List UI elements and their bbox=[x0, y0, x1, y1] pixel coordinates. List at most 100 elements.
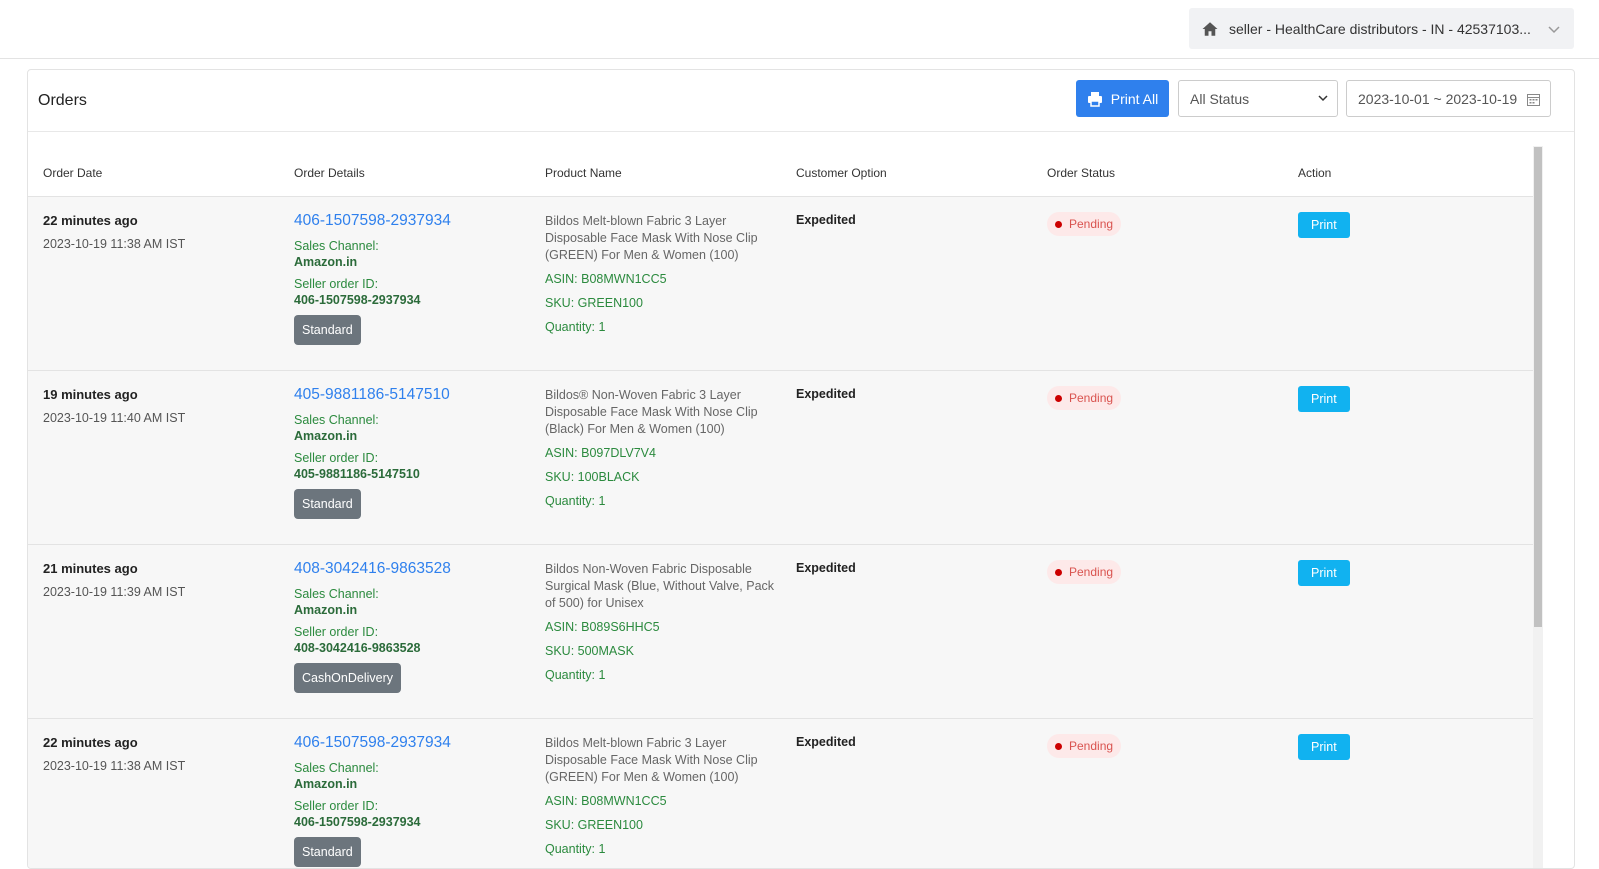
sales-channel-value: Amazon.in bbox=[294, 429, 358, 443]
account-label: seller - HealthCare distributors - IN - … bbox=[1229, 20, 1531, 37]
product-cell: Bildos Melt-blown Fabric 3 Layer Disposa… bbox=[545, 735, 775, 858]
top-bar: seller - HealthCare distributors - IN - … bbox=[0, 0, 1599, 59]
order-id-link[interactable]: 406-1507598-2937934 bbox=[294, 212, 451, 230]
sales-channel-value: Amazon.in bbox=[294, 255, 358, 269]
status-filter-value: All Status bbox=[1190, 90, 1250, 107]
status-filter-select[interactable]: All Status bbox=[1178, 80, 1338, 117]
product-name: Bildos Melt-blown Fabric 3 Layer Disposa… bbox=[545, 736, 758, 784]
chevron-down-icon bbox=[1318, 95, 1328, 102]
product-sku: SKU: GREEN100 bbox=[545, 818, 643, 832]
product-asin: ASIN: B08MWN1CC5 bbox=[545, 794, 667, 808]
product-cell: Bildos Non-Woven Fabric Disposable Surgi… bbox=[545, 561, 775, 684]
header-product-name: Product Name bbox=[545, 166, 622, 180]
panel-header: Orders Print All All Status 2023-10-01 ~… bbox=[28, 70, 1574, 132]
product-asin: ASIN: B089S6HHC5 bbox=[545, 620, 660, 634]
status-text: Pending bbox=[1069, 217, 1114, 231]
order-status-cell: Pending bbox=[1047, 734, 1122, 758]
scrollbar-thumb[interactable] bbox=[1534, 147, 1542, 627]
fulfillment-badge: CashOnDelivery bbox=[294, 663, 402, 693]
order-datetime: 2023-10-19 11:40 AM IST bbox=[43, 411, 186, 425]
order-details-cell: 405-9881186-5147510 Sales Channel: Amazo… bbox=[294, 386, 450, 519]
sales-channel-label: Sales Channel: bbox=[294, 587, 379, 601]
order-details-cell: 408-3042416-9863528 Sales Channel: Amazo… bbox=[294, 560, 451, 693]
product-quantity: Quantity: 1 bbox=[545, 494, 606, 508]
order-date-cell: 21 minutes ago 2023-10-19 11:39 AM IST bbox=[43, 561, 185, 599]
header-action: Action bbox=[1298, 166, 1332, 180]
status-badge: Pending bbox=[1047, 560, 1122, 584]
action-cell: Print bbox=[1298, 560, 1350, 586]
customer-option: Expedited bbox=[796, 735, 856, 749]
print-button[interactable]: Print bbox=[1298, 386, 1350, 412]
fulfillment-badge: Standard bbox=[294, 489, 361, 519]
order-datetime: 2023-10-19 11:38 AM IST bbox=[43, 759, 186, 773]
order-id-link[interactable]: 408-3042416-9863528 bbox=[294, 560, 451, 578]
product-cell: Bildos Melt-blown Fabric 3 Layer Disposa… bbox=[545, 213, 775, 336]
header-order-date: Order Date bbox=[43, 166, 103, 180]
relative-time: 22 minutes ago bbox=[43, 213, 138, 228]
table-row: 21 minutes ago 2023-10-19 11:39 AM IST 4… bbox=[28, 545, 1538, 719]
order-id-link[interactable]: 406-1507598-2937934 bbox=[294, 734, 451, 752]
orders-panel: Orders Print All All Status 2023-10-01 ~… bbox=[27, 69, 1575, 869]
order-details-cell: 406-1507598-2937934 Sales Channel: Amazo… bbox=[294, 734, 451, 867]
header-order-status: Order Status bbox=[1047, 166, 1116, 180]
printer-icon bbox=[1087, 91, 1102, 107]
seller-order-id: 406-1507598-2937934 bbox=[294, 815, 421, 829]
page-title: Orders bbox=[38, 92, 87, 109]
order-status-cell: Pending bbox=[1047, 560, 1122, 584]
status-badge: Pending bbox=[1047, 734, 1122, 758]
table-row: 22 minutes ago 2023-10-19 11:38 AM IST 4… bbox=[28, 719, 1538, 868]
print-button[interactable]: Print bbox=[1298, 212, 1350, 238]
date-range-value: 2023-10-01 ~ 2023-10-19 bbox=[1358, 90, 1518, 107]
header-customer-option: Customer Option bbox=[796, 166, 887, 180]
order-id-link[interactable]: 405-9881186-5147510 bbox=[294, 386, 450, 404]
action-cell: Print bbox=[1298, 212, 1350, 238]
order-status-cell: Pending bbox=[1047, 212, 1122, 236]
customer-option: Expedited bbox=[796, 387, 856, 401]
account-selector[interactable]: seller - HealthCare distributors - IN - … bbox=[1189, 8, 1574, 49]
customer-option: Expedited bbox=[796, 561, 856, 575]
table-row: 19 minutes ago 2023-10-19 11:40 AM IST 4… bbox=[28, 371, 1538, 545]
seller-order-id: 408-3042416-9863528 bbox=[294, 641, 421, 655]
order-details-cell: 406-1507598-2937934 Sales Channel: Amazo… bbox=[294, 212, 451, 345]
order-datetime: 2023-10-19 11:39 AM IST bbox=[43, 585, 186, 599]
product-sku: SKU: 100BLACK bbox=[545, 470, 640, 484]
print-all-button[interactable]: Print All bbox=[1076, 80, 1169, 117]
status-text: Pending bbox=[1069, 391, 1114, 405]
print-button[interactable]: Print bbox=[1298, 560, 1350, 586]
order-date-cell: 22 minutes ago 2023-10-19 11:38 AM IST bbox=[43, 735, 185, 773]
status-badge: Pending bbox=[1047, 386, 1122, 410]
status-badge: Pending bbox=[1047, 212, 1122, 236]
relative-time: 21 minutes ago bbox=[43, 561, 138, 576]
seller-order-id: 406-1507598-2937934 bbox=[294, 293, 421, 307]
sales-channel-label: Sales Channel: bbox=[294, 413, 379, 427]
chevron-down-icon bbox=[1548, 26, 1560, 34]
status-dot-icon bbox=[1055, 568, 1062, 576]
product-quantity: Quantity: 1 bbox=[545, 842, 606, 856]
seller-order-label: Seller order ID: bbox=[294, 451, 379, 465]
order-date-cell: 22 minutes ago 2023-10-19 11:38 AM IST bbox=[43, 213, 185, 251]
product-name: Bildos Non-Woven Fabric Disposable Surgi… bbox=[545, 562, 775, 610]
print-button[interactable]: Print bbox=[1298, 734, 1350, 760]
sales-channel-label: Sales Channel: bbox=[294, 761, 379, 775]
product-name: Bildos Melt-blown Fabric 3 Layer Disposa… bbox=[545, 214, 758, 262]
product-name: Bildos® Non-Woven Fabric 3 Layer Disposa… bbox=[545, 388, 758, 436]
customer-option: Expedited bbox=[796, 213, 856, 227]
table-row: 22 minutes ago 2023-10-19 11:38 AM IST 4… bbox=[28, 197, 1538, 371]
header-order-details: Order Details bbox=[294, 166, 365, 180]
status-dot-icon bbox=[1055, 742, 1062, 750]
home-icon bbox=[1202, 21, 1218, 36]
relative-time: 22 minutes ago bbox=[43, 735, 138, 750]
calendar-icon bbox=[1527, 94, 1540, 106]
product-cell: Bildos® Non-Woven Fabric 3 Layer Disposa… bbox=[545, 387, 775, 510]
order-datetime: 2023-10-19 11:38 AM IST bbox=[43, 237, 186, 251]
date-range-picker[interactable]: 2023-10-01 ~ 2023-10-19 bbox=[1346, 80, 1551, 117]
order-date-cell: 19 minutes ago 2023-10-19 11:40 AM IST bbox=[43, 387, 185, 425]
action-cell: Print bbox=[1298, 734, 1350, 760]
seller-order-label: Seller order ID: bbox=[294, 799, 379, 813]
fulfillment-badge: Standard bbox=[294, 837, 361, 867]
status-text: Pending bbox=[1069, 739, 1114, 753]
product-quantity: Quantity: 1 bbox=[545, 668, 606, 682]
seller-order-label: Seller order ID: bbox=[294, 277, 379, 291]
sales-channel-value: Amazon.in bbox=[294, 777, 358, 791]
seller-order-label: Seller order ID: bbox=[294, 625, 379, 639]
